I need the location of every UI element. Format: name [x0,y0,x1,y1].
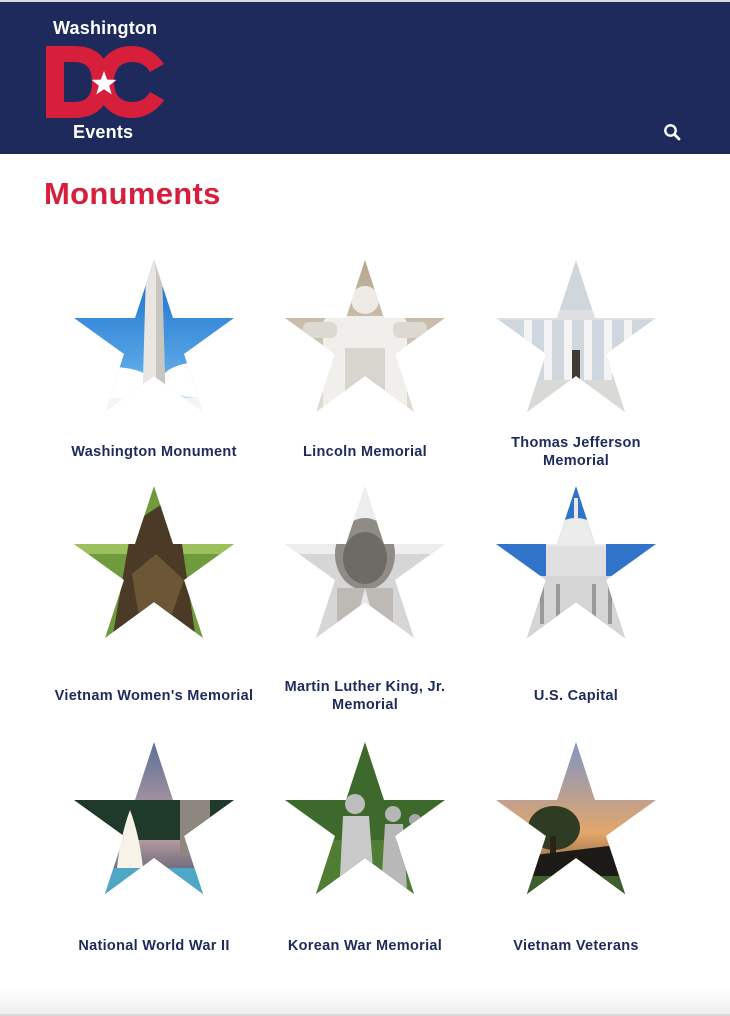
monument-card-wwii[interactable]: National World War II [54,740,254,966]
monument-card-jefferson[interactable]: Thomas Jefferson Memorial [476,258,676,472]
monument-grid: Washington Monument Lincoln Memorial Tho… [0,0,730,1016]
monument-card-washington[interactable]: Washington Monument [54,258,254,472]
star-photo-wwii-memorial [74,742,234,894]
monument-label: Vietnam Women's Memorial [54,688,254,704]
monument-card-mlk[interactable]: Martin Luther King, Jr. Memorial [265,484,465,716]
monument-card-vietnam-women[interactable]: Vietnam Women's Memorial [54,484,254,716]
monument-label: U.S. Capital [533,688,619,704]
monument-label: Vietnam Veterans [513,938,639,954]
star-photo-washington-monument [74,260,234,412]
monument-card-capitol[interactable]: U.S. Capital [476,484,676,716]
star-photo-us-capitol [496,486,656,638]
monument-label: Thomas Jefferson Memorial [511,435,641,469]
star-photo-jefferson-memorial [496,260,656,412]
star-photo-vietnam-veterans [496,742,656,894]
monument-label: Washington Monument [71,444,237,460]
monument-card-vietnam-veterans[interactable]: Vietnam Veterans [476,740,676,966]
monument-card-korean-war[interactable]: Korean War Memorial [265,740,465,966]
page-bottom-edge [0,986,730,1016]
star-photo-korean-war-memorial [285,742,445,894]
monument-label: Korean War Memorial [287,938,443,954]
star-photo-lincoln-memorial [285,260,445,412]
monument-label: National World War II [78,938,230,954]
monument-card-lincoln[interactable]: Lincoln Memorial [265,258,465,472]
star-photo-mlk-memorial [285,486,445,638]
monument-label: Lincoln Memorial [302,444,428,460]
monument-label: Martin Luther King, Jr. Memorial [284,679,446,713]
star-photo-vietnam-womens-memorial [74,486,234,638]
